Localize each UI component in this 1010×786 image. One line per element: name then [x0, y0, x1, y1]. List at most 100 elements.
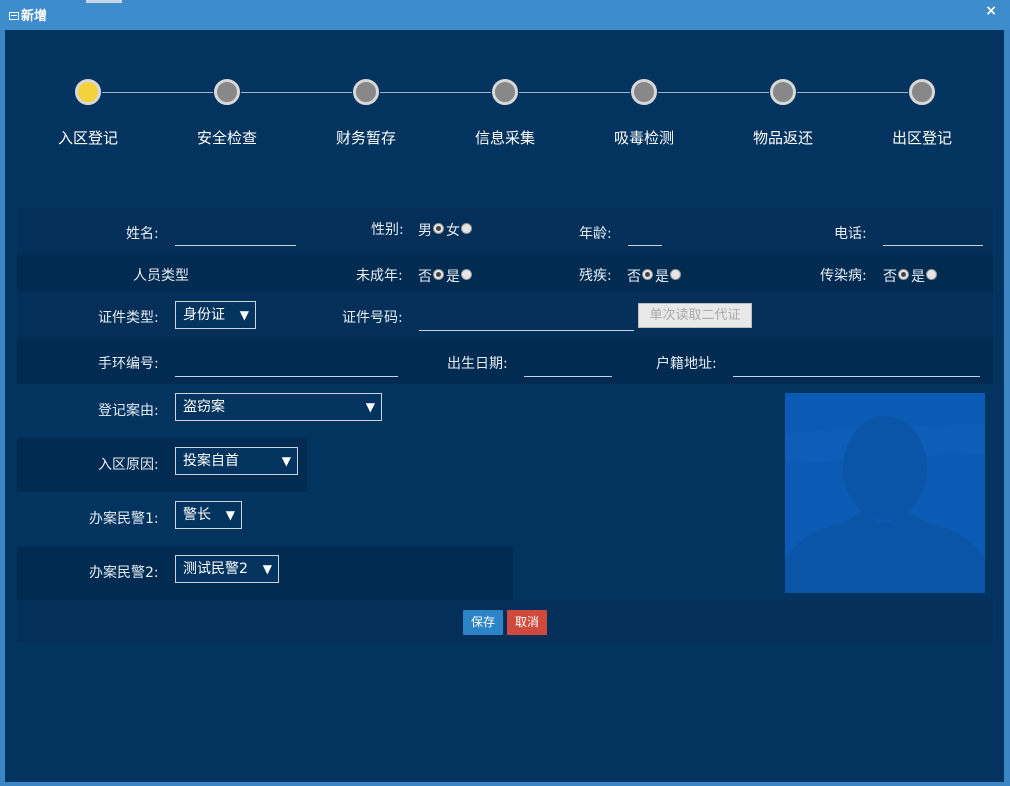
step-connector	[797, 92, 908, 93]
person-silhouette-icon	[785, 393, 985, 593]
infectious-no-text: 否	[883, 269, 897, 285]
infectious-yes-option[interactable]: 是	[911, 269, 939, 285]
gender-female-option[interactable]: 女	[446, 223, 474, 239]
disabled-radio-group: 否是	[627, 266, 683, 286]
case-value: 盗窃案	[183, 399, 225, 415]
disabled-no-option[interactable]: 否	[627, 269, 655, 285]
infectious-yes-text: 是	[911, 269, 925, 285]
step-5-indicator[interactable]	[631, 79, 657, 105]
step-4-label: 信息采集	[474, 129, 535, 147]
birth-date-label: 出生日期:	[447, 356, 508, 372]
disabled-no-radio[interactable]	[642, 269, 653, 280]
phone-label: 电话:	[834, 226, 867, 242]
age-label: 年龄:	[579, 226, 612, 242]
case-select[interactable]: 盗窃案 ▼	[175, 393, 382, 421]
disabled-label: 残疾:	[579, 268, 612, 284]
minor-radio-group: 否是	[418, 266, 474, 286]
officer1-select[interactable]: 警长 ▼	[175, 501, 242, 529]
chevron-down-icon: ▼	[262, 562, 272, 576]
read-id-card-button[interactable]: 单次读取二代证	[638, 303, 752, 328]
step-1-label: 入区登记	[57, 129, 118, 147]
minor-no-option[interactable]: 否	[418, 269, 446, 285]
step-7-indicator[interactable]	[909, 79, 935, 105]
name-input[interactable]	[175, 245, 296, 246]
step-connector	[519, 92, 630, 93]
officer2-label: 办案民警2:	[89, 565, 159, 581]
gender-male-radio[interactable]	[433, 223, 444, 234]
step-connector	[241, 92, 352, 93]
infectious-yes-radio[interactable]	[926, 269, 937, 280]
step-connector	[102, 92, 213, 93]
step-6-label: 物品返还	[752, 129, 813, 147]
disabled-yes-option[interactable]: 是	[655, 269, 683, 285]
infectious-no-option[interactable]: 否	[883, 269, 911, 285]
gender-male-text: 男	[418, 223, 432, 239]
person-type-label: 人员类型	[133, 268, 189, 284]
step-connector	[380, 92, 491, 93]
address-label: 户籍地址:	[656, 356, 717, 372]
address-input[interactable]	[733, 376, 980, 377]
minor-no-radio[interactable]	[433, 269, 444, 280]
dialog-content: 入区登记 安全检查 财务暂存 信息采集 吸毒检测 物品返还 出区登记 姓名: 性…	[5, 30, 1004, 782]
officer1-label: 办案民警1:	[89, 511, 159, 527]
gender-male-option[interactable]: 男	[418, 223, 446, 239]
step-3-indicator[interactable]	[353, 79, 379, 105]
step-2-indicator[interactable]	[214, 79, 240, 105]
step-5-label: 吸毒检测	[613, 129, 674, 147]
officer2-value: 测试民警2	[183, 561, 248, 577]
disabled-yes-radio[interactable]	[670, 269, 681, 280]
officer2-select[interactable]: 测试民警2 ▼	[175, 555, 279, 583]
id-type-select[interactable]: 身份证 ▼	[175, 301, 256, 329]
bracelet-input[interactable]	[175, 376, 398, 377]
window-icon	[9, 12, 19, 20]
bracelet-label: 手环编号:	[98, 356, 159, 372]
id-type-label: 证件类型:	[98, 310, 159, 326]
reason-value: 投案自首	[183, 453, 239, 469]
chevron-down-icon: ▼	[281, 454, 291, 468]
minor-label: 未成年:	[356, 268, 403, 284]
minor-yes-text: 是	[446, 269, 460, 285]
case-label: 登记案由:	[98, 403, 159, 419]
titlebar-strip	[86, 0, 122, 3]
step-6-indicator[interactable]	[770, 79, 796, 105]
step-1-indicator[interactable]	[75, 79, 101, 105]
age-input[interactable]	[628, 245, 662, 246]
minor-yes-option[interactable]: 是	[446, 269, 474, 285]
chevron-down-icon: ▼	[365, 400, 375, 414]
infectious-label: 传染病:	[820, 268, 867, 284]
disabled-yes-text: 是	[655, 269, 669, 285]
gender-female-text: 女	[446, 223, 460, 239]
phone-input[interactable]	[883, 245, 983, 246]
id-type-value: 身份证	[183, 307, 225, 323]
chevron-down-icon: ▼	[225, 508, 235, 522]
id-number-label: 证件号码:	[342, 310, 403, 326]
birth-date-input[interactable]	[524, 376, 612, 377]
window-titlebar: 新增 ×	[0, 0, 1010, 30]
id-number-input[interactable]	[419, 330, 634, 331]
chevron-down-icon: ▼	[239, 308, 249, 322]
gender-radio-group: 男女	[418, 220, 474, 240]
gender-label: 性别:	[371, 222, 404, 238]
minor-no-text: 否	[418, 269, 432, 285]
infectious-radio-group: 否是	[883, 266, 939, 286]
avatar[interactable]	[785, 393, 985, 593]
name-label: 姓名:	[126, 226, 159, 242]
minor-yes-radio[interactable]	[461, 269, 472, 280]
reason-select[interactable]: 投案自首 ▼	[175, 447, 298, 475]
step-7-label: 出区登记	[891, 129, 952, 147]
form-row-id	[17, 292, 993, 338]
close-icon[interactable]: ×	[985, 3, 997, 19]
officer1-value: 警长	[183, 507, 211, 523]
step-connector	[658, 92, 769, 93]
cancel-button[interactable]: 取消	[507, 610, 547, 635]
form-row-buttons	[17, 600, 993, 642]
save-button[interactable]: 保存	[463, 610, 503, 635]
step-4-indicator[interactable]	[492, 79, 518, 105]
reason-label: 入区原因:	[98, 457, 159, 473]
gender-female-radio[interactable]	[461, 223, 472, 234]
infectious-no-radio[interactable]	[898, 269, 909, 280]
step-3-label: 财务暂存	[335, 129, 396, 147]
window-title: 新增	[21, 9, 48, 24]
step-2-label: 安全检查	[196, 129, 257, 147]
disabled-no-text: 否	[627, 269, 641, 285]
